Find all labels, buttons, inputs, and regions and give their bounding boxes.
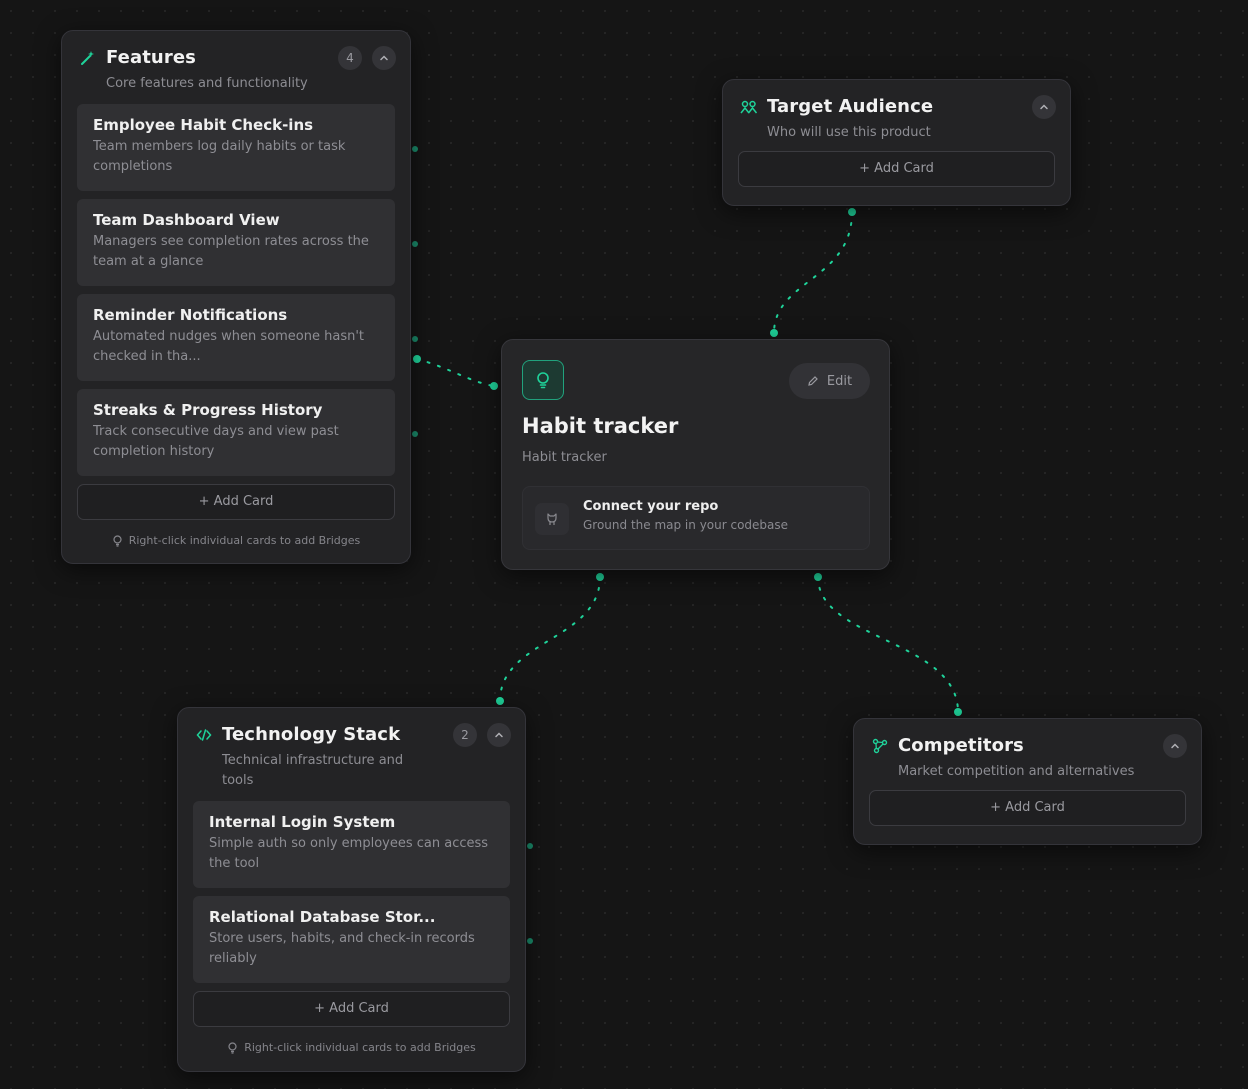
feature-card[interactable]: Team Dashboard View Managers see complet… xyxy=(77,199,395,286)
handle-dot xyxy=(954,708,962,716)
edge-features-to-center xyxy=(416,358,495,387)
feature-card[interactable]: Reminder Notifications Automated nudges … xyxy=(77,294,395,381)
handle-dot xyxy=(490,382,498,390)
collapse-button[interactable] xyxy=(372,46,396,70)
tech-card[interactable]: Internal Login System Simple auth so onl… xyxy=(193,801,510,888)
edge-audience-to-center xyxy=(773,211,853,334)
code-icon xyxy=(194,725,214,745)
collapse-button[interactable] xyxy=(487,723,511,747)
add-card-button[interactable]: + Add Card xyxy=(869,790,1186,826)
map-canvas[interactable]: Features Core features and functionality… xyxy=(0,0,1248,1089)
card-title: Internal Login System xyxy=(209,813,396,831)
project-node[interactable]: Edit Habit tracker Habit tracker Connect… xyxy=(501,339,890,570)
edit-button[interactable]: Edit xyxy=(789,363,870,399)
github-icon xyxy=(535,503,569,535)
panel-title: Target Audience xyxy=(767,96,934,117)
edge-center-to-techstack xyxy=(499,576,601,702)
panel-subtitle: Who will use this product xyxy=(767,125,931,140)
chevron-up-icon xyxy=(1040,104,1048,110)
chevron-up-icon xyxy=(1171,743,1179,749)
bridges-hint: Right-click individual cards to add Brid… xyxy=(193,1041,510,1054)
lightbulb-icon xyxy=(228,1041,237,1054)
hint-text: Right-click individual cards to add Brid… xyxy=(244,1041,476,1054)
card-description: Store users, habits, and check-in record… xyxy=(209,931,475,966)
feature-card[interactable]: Employee Habit Check-ins Team members lo… xyxy=(77,104,395,191)
handle-dot xyxy=(596,573,604,581)
add-card-button[interactable]: + Add Card xyxy=(738,151,1055,187)
card-description: Simple auth so only employees can access… xyxy=(209,836,489,871)
handle-dot xyxy=(770,329,778,337)
card-description: Automated nudges when someone hasn't che… xyxy=(93,329,365,364)
handle-dot xyxy=(413,355,421,363)
card-title: Reminder Notifications xyxy=(93,306,288,324)
card-title: Streaks & Progress History xyxy=(93,401,323,419)
project-subtitle: Habit tracker xyxy=(522,450,607,465)
card-handle-dot xyxy=(412,431,418,437)
repo-subtitle: Ground the map in your codebase xyxy=(583,518,789,532)
bridges-hint: Right-click individual cards to add Brid… xyxy=(77,534,395,547)
technology-stack-panel[interactable]: Technology Stack Technical infrastructur… xyxy=(177,707,526,1072)
pencil-icon xyxy=(808,376,818,386)
project-title: Habit tracker xyxy=(522,414,679,438)
competitors-icon xyxy=(870,736,890,756)
handle-dot xyxy=(496,697,504,705)
card-count-badge: 2 xyxy=(453,723,477,747)
card-description: Managers see completion rates across the… xyxy=(93,234,369,269)
panel-title: Features xyxy=(106,47,196,68)
edit-label: Edit xyxy=(826,373,853,389)
edge-center-to-competitors xyxy=(817,576,959,713)
card-description: Track consecutive days and view past com… xyxy=(93,424,339,459)
magic-wand-icon xyxy=(78,48,98,68)
handle-dot xyxy=(848,208,856,216)
chevron-up-icon xyxy=(495,732,503,738)
panel-title: Competitors xyxy=(898,735,1024,756)
card-handle-dot xyxy=(527,938,533,944)
lightbulb-icon xyxy=(113,534,122,547)
panel-subtitle: Market competition and alternatives xyxy=(898,764,1135,779)
repo-title: Connect your repo xyxy=(583,499,719,514)
card-handle-dot xyxy=(412,336,418,342)
card-title: Employee Habit Check-ins xyxy=(93,116,314,134)
hint-text: Right-click individual cards to add Brid… xyxy=(128,534,361,547)
handle-dot xyxy=(814,573,822,581)
feature-card[interactable]: Streaks & Progress History Track consecu… xyxy=(77,389,395,476)
card-handle-dot xyxy=(527,843,533,849)
card-handle-dot xyxy=(412,241,418,247)
lightbulb-icon xyxy=(522,360,564,400)
panel-title: Technology Stack xyxy=(222,724,401,745)
add-card-button[interactable]: + Add Card xyxy=(77,484,395,520)
collapse-button[interactable] xyxy=(1163,734,1187,758)
card-title: Team Dashboard View xyxy=(93,211,280,229)
card-title: Relational Database Stor... xyxy=(209,908,436,926)
chevron-up-icon xyxy=(380,55,388,61)
target-audience-panel[interactable]: Target Audience Who will use this produc… xyxy=(722,79,1071,206)
panel-subtitle: Technical infrastructure and tools xyxy=(222,753,404,788)
features-panel[interactable]: Features Core features and functionality… xyxy=(61,30,411,564)
competitors-panel[interactable]: Competitors Market competition and alter… xyxy=(853,718,1202,845)
users-icon xyxy=(739,97,759,117)
tech-card[interactable]: Relational Database Stor... Store users,… xyxy=(193,896,510,983)
card-description: Team members log daily habits or task co… xyxy=(93,139,346,174)
add-card-button[interactable]: + Add Card xyxy=(193,991,510,1027)
panel-subtitle: Core features and functionality xyxy=(106,76,308,91)
card-count-badge: 4 xyxy=(338,46,362,70)
card-handle-dot xyxy=(412,146,418,152)
collapse-button[interactable] xyxy=(1032,95,1056,119)
connect-repo-button[interactable]: Connect your repo Ground the map in your… xyxy=(522,486,870,550)
